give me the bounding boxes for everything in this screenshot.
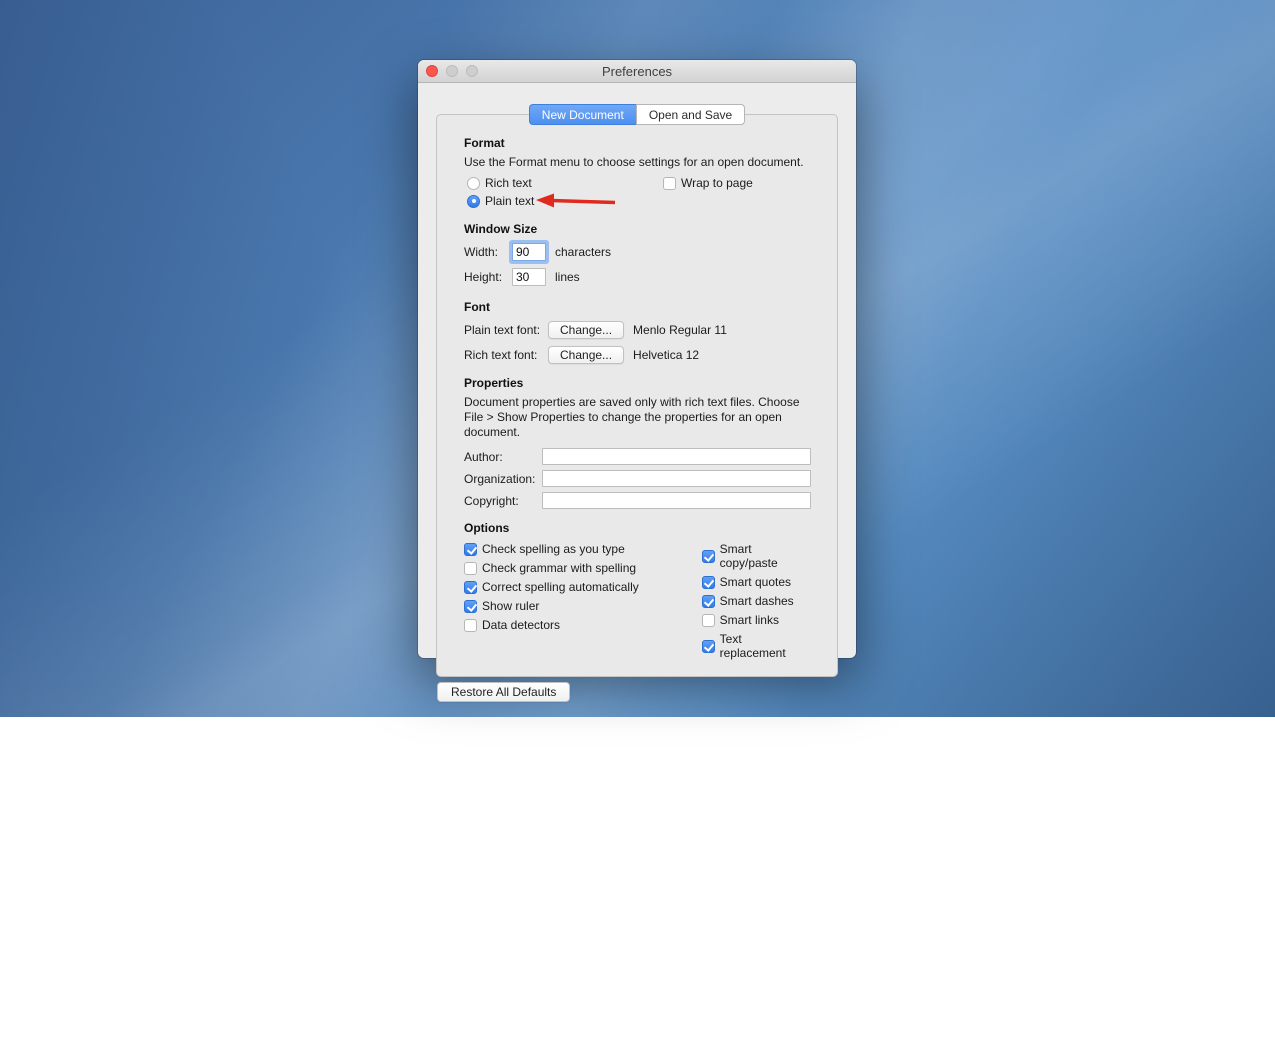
check-spelling-label: Check spelling as you type bbox=[482, 542, 625, 556]
font-heading: Font bbox=[464, 300, 811, 314]
change-rich-font-button[interactable]: Change... bbox=[548, 346, 624, 364]
tab-new-document[interactable]: New Document bbox=[529, 104, 636, 125]
smart-quotes-label: Smart quotes bbox=[720, 575, 791, 589]
checkbox-icon[interactable] bbox=[702, 640, 715, 653]
checkbox-icon[interactable] bbox=[464, 543, 477, 556]
properties-heading: Properties bbox=[464, 376, 811, 390]
checkbox-smart-copy-paste[interactable]: Smart copy/paste bbox=[702, 542, 811, 570]
rich-font-label: Rich text font: bbox=[464, 348, 548, 362]
rich-font-value: Helvetica 12 bbox=[633, 348, 699, 362]
checkbox-icon[interactable] bbox=[702, 550, 715, 563]
checkbox-data-detectors[interactable]: Data detectors bbox=[464, 618, 702, 632]
checkbox-show-ruler[interactable]: Show ruler bbox=[464, 599, 702, 613]
rich-text-label: Rich text bbox=[485, 176, 532, 190]
check-grammar-label: Check grammar with spelling bbox=[482, 561, 636, 575]
close-button[interactable] bbox=[426, 65, 438, 77]
window-size-heading: Window Size bbox=[464, 222, 811, 236]
width-unit-label: characters bbox=[555, 245, 611, 259]
checkbox-text-replacement[interactable]: Text replacement bbox=[702, 632, 811, 660]
tab-bar: New Document Open and Save bbox=[418, 104, 856, 125]
annotation-arrow-icon bbox=[535, 193, 619, 209]
width-row: Width: characters bbox=[464, 243, 811, 261]
author-row: Author: bbox=[464, 448, 811, 465]
plain-text-label: Plain text bbox=[485, 194, 534, 208]
height-label: Height: bbox=[464, 270, 512, 284]
format-heading: Format bbox=[464, 136, 811, 150]
traffic-lights bbox=[426, 65, 478, 77]
settings-panel: Format Use the Format menu to choose set… bbox=[436, 114, 838, 677]
copyright-row: Copyright: bbox=[464, 492, 811, 509]
rich-text-radio-icon[interactable] bbox=[467, 177, 480, 190]
width-input[interactable] bbox=[512, 243, 546, 261]
correct-spelling-label: Correct spelling automatically bbox=[482, 580, 639, 594]
options-right-column: Smart copy/paste Smart quotes Smart dash… bbox=[702, 542, 811, 660]
restore-defaults-button[interactable]: Restore All Defaults bbox=[437, 682, 570, 702]
checkbox-icon[interactable] bbox=[464, 600, 477, 613]
data-detectors-label: Data detectors bbox=[482, 618, 560, 632]
author-label: Author: bbox=[464, 450, 542, 464]
width-label: Width: bbox=[464, 245, 512, 259]
checkbox-correct-spelling[interactable]: Correct spelling automatically bbox=[464, 580, 702, 594]
options-left-column: Check spelling as you type Check grammar… bbox=[464, 542, 702, 660]
checkbox-smart-dashes[interactable]: Smart dashes bbox=[702, 594, 811, 608]
checkbox-icon[interactable] bbox=[702, 595, 715, 608]
checkbox-smart-links[interactable]: Smart links bbox=[702, 613, 811, 627]
plain-font-label: Plain text font: bbox=[464, 323, 548, 337]
plain-font-value: Menlo Regular 11 bbox=[633, 323, 727, 337]
properties-description: Document properties are saved only with … bbox=[464, 395, 811, 440]
checkbox-icon[interactable] bbox=[702, 614, 715, 627]
format-description: Use the Format menu to choose settings f… bbox=[464, 155, 811, 170]
window-title: Preferences bbox=[418, 60, 856, 82]
checkbox-check-grammar[interactable]: Check grammar with spelling bbox=[464, 561, 702, 575]
checkbox-wrap-to-page[interactable]: Wrap to page bbox=[663, 176, 811, 190]
show-ruler-label: Show ruler bbox=[482, 599, 539, 613]
plain-font-row: Plain text font: Change... Menlo Regular… bbox=[464, 321, 811, 339]
radio-plain-text[interactable]: Plain text bbox=[467, 194, 663, 208]
smart-links-label: Smart links bbox=[720, 613, 779, 627]
radio-rich-text[interactable]: Rich text bbox=[467, 176, 663, 190]
checkbox-icon[interactable] bbox=[464, 619, 477, 632]
smart-copy-paste-label: Smart copy/paste bbox=[720, 542, 811, 570]
minimize-button bbox=[446, 65, 458, 77]
height-row: Height: lines bbox=[464, 268, 811, 286]
checkbox-check-spelling[interactable]: Check spelling as you type bbox=[464, 542, 702, 556]
author-input[interactable] bbox=[542, 448, 811, 465]
copyright-label: Copyright: bbox=[464, 494, 542, 508]
height-unit-label: lines bbox=[555, 270, 580, 284]
checkbox-icon[interactable] bbox=[464, 562, 477, 575]
wrap-to-page-label: Wrap to page bbox=[681, 176, 753, 190]
smart-dashes-label: Smart dashes bbox=[720, 594, 794, 608]
copyright-input[interactable] bbox=[542, 492, 811, 509]
height-input[interactable] bbox=[512, 268, 546, 286]
organization-row: Organization: bbox=[464, 470, 811, 487]
options-columns: Check spelling as you type Check grammar… bbox=[464, 542, 811, 660]
tab-open-and-save[interactable]: Open and Save bbox=[636, 104, 745, 125]
titlebar[interactable]: Preferences bbox=[418, 60, 856, 83]
change-plain-font-button[interactable]: Change... bbox=[548, 321, 624, 339]
text-replacement-label: Text replacement bbox=[720, 632, 811, 660]
checkbox-icon[interactable] bbox=[702, 576, 715, 589]
plain-text-radio-icon[interactable] bbox=[467, 195, 480, 208]
organization-input[interactable] bbox=[542, 470, 811, 487]
zoom-button bbox=[466, 65, 478, 77]
checkbox-smart-quotes[interactable]: Smart quotes bbox=[702, 575, 811, 589]
options-heading: Options bbox=[464, 521, 811, 535]
preferences-window: Preferences New Document Open and Save F… bbox=[418, 60, 856, 658]
format-controls: Rich text Wrap to page Plain text bbox=[467, 176, 811, 208]
organization-label: Organization: bbox=[464, 472, 542, 486]
rich-font-row: Rich text font: Change... Helvetica 12 bbox=[464, 346, 811, 364]
wrap-to-page-checkbox-icon[interactable] bbox=[663, 177, 676, 190]
checkbox-icon[interactable] bbox=[464, 581, 477, 594]
